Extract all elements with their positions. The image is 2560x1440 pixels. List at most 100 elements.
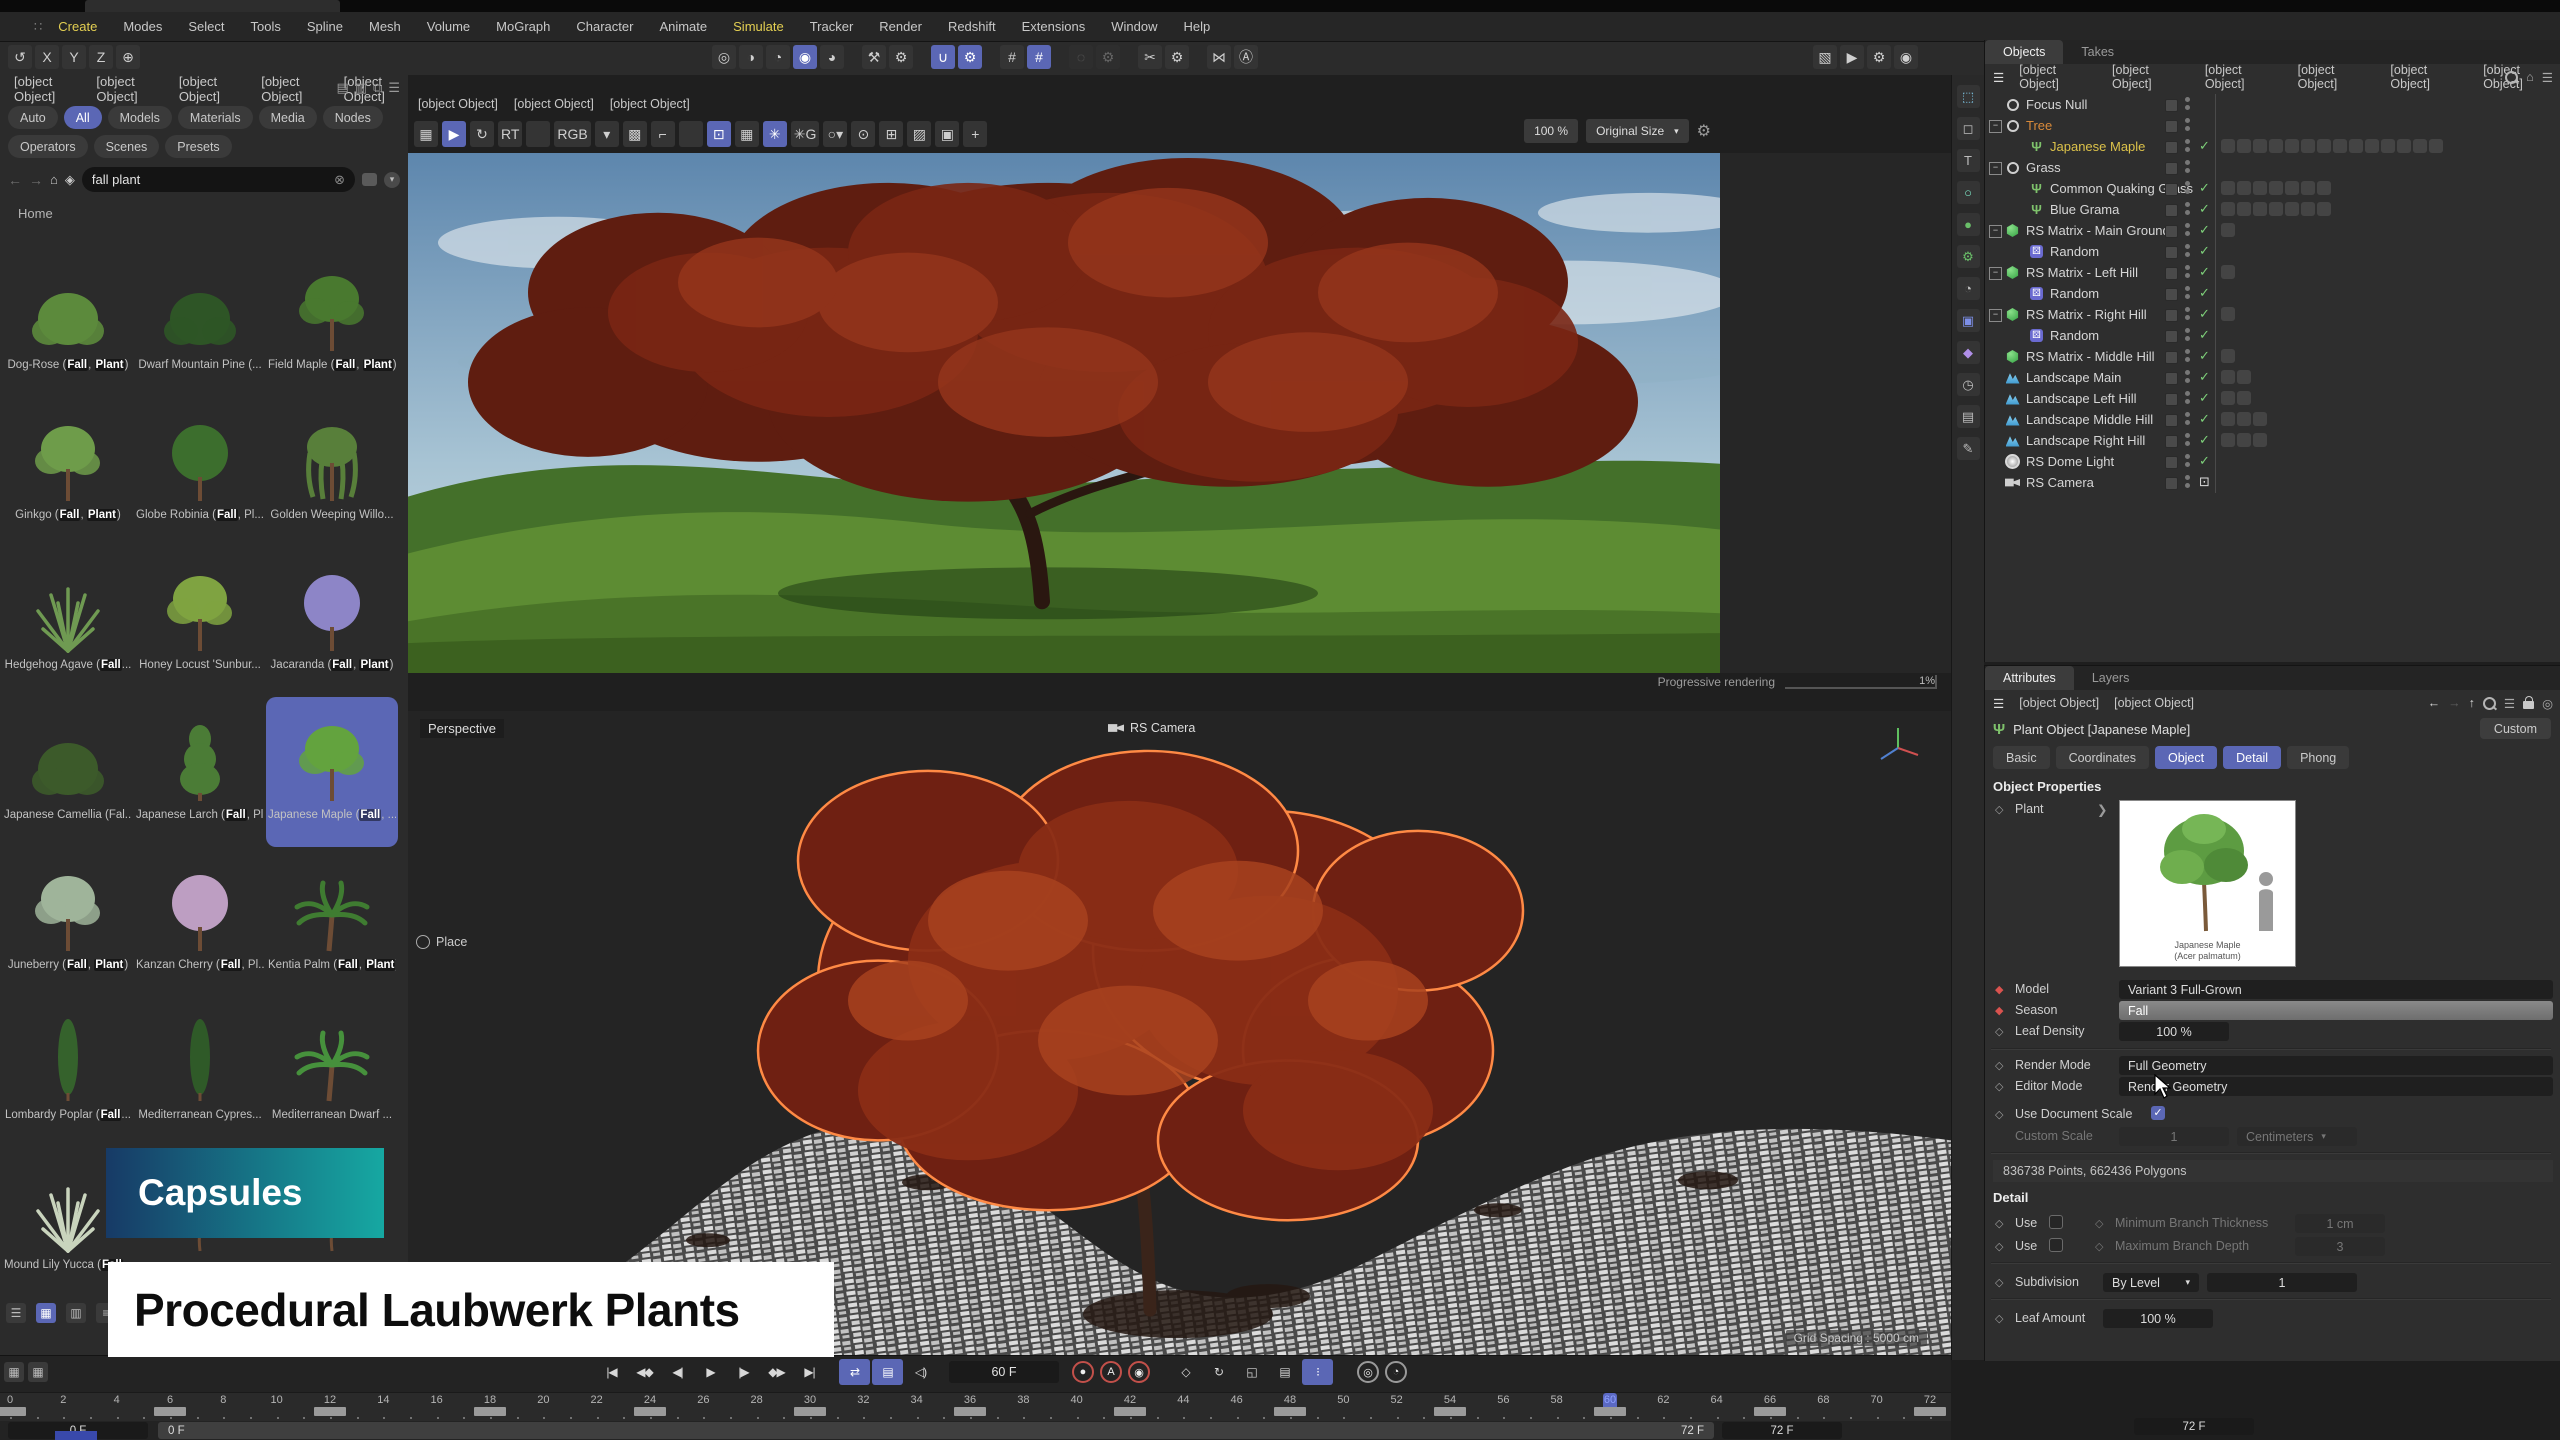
object-tag-icon[interactable] <box>2237 433 2251 447</box>
renderview-tool[interactable]: ✳ <box>763 121 787 147</box>
object-row[interactable]: Grass <box>1985 157 2560 178</box>
filter-icon[interactable]: ☰ <box>2542 70 2553 85</box>
object-row[interactable]: RS Matrix - Left Hill ✓ <box>1985 262 2560 283</box>
dock-icon[interactable]: T <box>1957 149 1980 172</box>
toolbar-button[interactable]: ⚙ <box>1096 45 1120 69</box>
object-row[interactable]: RS Matrix - Right Hill ✓ <box>1985 304 2560 325</box>
timeline-icon-button[interactable]: ◎ <box>1357 1361 1379 1383</box>
renderview-tool[interactable]: ▦ <box>414 121 438 147</box>
key-toggle-button[interactable]: ◱ <box>1236 1359 1267 1385</box>
smart-search-icon[interactable]: ◈ <box>65 172 75 188</box>
keyframe-dot[interactable]: ◇ <box>1995 803 2003 816</box>
enabled-checkmark[interactable]: ✓ <box>2199 201 2210 217</box>
visibility-dots[interactable] <box>2185 202 2191 218</box>
dock-icon[interactable]: ◆ <box>1957 341 1980 364</box>
object-tag-icon[interactable] <box>2237 202 2251 216</box>
visibility-dots[interactable] <box>2185 433 2191 449</box>
leaf-amount-field[interactable]: 100 % <box>2103 1309 2213 1328</box>
expander-icon[interactable] <box>1989 435 2000 446</box>
renderview-menu-item[interactable]: [object Object] <box>418 97 498 111</box>
enabled-checkmark[interactable]: ✓ <box>2199 306 2210 322</box>
season-dropdown[interactable]: Fall <box>2119 1001 2553 1020</box>
object-name[interactable]: Japanese Maple <box>2050 139 2145 154</box>
toolbar-button[interactable]: Z <box>89 45 113 69</box>
enabled-checkmark[interactable]: ✓ <box>2199 222 2210 238</box>
object-tag-icon[interactable] <box>2221 202 2235 216</box>
enabled-checkmark[interactable]: ✓ <box>2199 453 2210 469</box>
rs-camera-label[interactable]: RS Camera <box>1108 721 1195 735</box>
object-tag-icon[interactable] <box>2429 139 2443 153</box>
key-toggle-button[interactable]: ⁝ <box>1302 1359 1333 1385</box>
enabled-checkmark[interactable]: ✓ <box>2199 432 2210 448</box>
menu-item[interactable]: Select <box>188 19 224 34</box>
visibility-dots[interactable] <box>2185 244 2191 260</box>
toolbar-button[interactable]: ⊕ <box>116 45 140 69</box>
dock-icon[interactable]: ◔ <box>1957 277 1980 300</box>
expander-icon[interactable] <box>1989 309 2002 322</box>
panel-tab[interactable]: Layers <box>2074 666 2148 690</box>
render-toolbar-button[interactable]: ▶ <box>1840 45 1864 69</box>
asset-item[interactable]: Dog-Rose (Fall, Plant) <box>2 247 134 397</box>
object-tag-icon[interactable] <box>2221 433 2235 447</box>
visibility-dots[interactable] <box>2185 412 2191 428</box>
renderview-tool[interactable]: ▩ <box>623 121 647 147</box>
keyframe-dot[interactable]: ◇ <box>1995 1217 2003 1230</box>
asset-item[interactable]: Japanese Maple (Fall, ... <box>266 697 398 847</box>
render-toolbar-button[interactable]: ◉ <box>1894 45 1918 69</box>
transport-button[interactable]: ▶ <box>695 1359 726 1385</box>
key-toggle-button[interactable]: ◇ <box>1170 1359 1201 1385</box>
renderview-tool[interactable]: ▦ <box>735 121 759 147</box>
object-name[interactable]: RS Dome Light <box>2026 454 2114 469</box>
renderview-tool[interactable]: ⌐ <box>651 121 675 147</box>
toolbar-button[interactable]: ↺ <box>8 45 32 69</box>
expander-icon[interactable] <box>1989 99 2000 110</box>
zoom-value[interactable]: 100 % <box>1524 119 1578 143</box>
enabled-checkmark[interactable]: ✓ <box>2199 411 2210 427</box>
editor-mode-dropdown[interactable]: Render Geometry <box>2119 1077 2553 1096</box>
filter-chip[interactable]: All <box>64 106 102 129</box>
enabled-checkmark[interactable]: ✓ <box>2199 327 2210 343</box>
editor-toggle[interactable] <box>2165 393 2178 406</box>
transport-button[interactable]: ◆▶ <box>761 1359 792 1385</box>
renderview-gear-icon[interactable]: ⚙ <box>1697 121 1711 141</box>
visibility-dots[interactable] <box>2185 328 2191 344</box>
object-row[interactable]: Random ✓ <box>1985 241 2560 262</box>
expander-icon[interactable] <box>1989 246 2000 257</box>
enabled-checkmark[interactable]: ✓ <box>2199 243 2210 259</box>
asset-item[interactable]: Japanese Larch (Fall, Pl... <box>134 697 266 847</box>
object-tag-icon[interactable] <box>2253 139 2267 153</box>
object-tag-icon[interactable] <box>2221 349 2235 363</box>
dock-icon[interactable]: ◷ <box>1957 373 1980 396</box>
toolbar-button[interactable] <box>1192 57 1204 58</box>
current-frame-field[interactable]: 60 F <box>949 1361 1059 1383</box>
view-mode-icon[interactable]: ☰ <box>6 1303 26 1323</box>
object-row[interactable]: Landscape Middle Hill ✓ <box>1985 409 2560 430</box>
dock-icon[interactable]: ● <box>1957 213 1980 236</box>
object-name[interactable]: Landscape Left Hill <box>2026 391 2137 406</box>
keyframe-dot[interactable]: ◇ <box>1995 1240 2003 1253</box>
object-row[interactable]: RS Camera ⊡ <box>1985 472 2560 493</box>
use-min-branch-checkbox[interactable] <box>2049 1215 2063 1229</box>
filter-chip[interactable]: Operators <box>8 135 88 158</box>
object-tag-icon[interactable] <box>2221 412 2235 426</box>
object-tag-icon[interactable] <box>2221 391 2235 405</box>
property-tab[interactable]: Object <box>2155 746 2217 769</box>
popout-icon[interactable]: ⧉ <box>373 80 382 96</box>
renderview-menu-item[interactable]: [object Object] <box>610 97 690 111</box>
database-icon[interactable]: ▤ <box>336 80 348 96</box>
menu-item[interactable]: Render <box>879 19 922 34</box>
lock-icon[interactable] <box>2523 701 2534 709</box>
object-name[interactable]: Random <box>2050 328 2099 343</box>
home-icon[interactable]: ⌂ <box>2526 70 2534 84</box>
object-tag-icon[interactable] <box>2269 202 2283 216</box>
object-name[interactable]: Landscape Right Hill <box>2026 433 2145 448</box>
filter-chip[interactable]: Materials <box>178 106 253 129</box>
render-toolbar-button[interactable]: ⚙ <box>1867 45 1891 69</box>
visibility-dots[interactable] <box>2185 475 2191 491</box>
asset-item[interactable]: Hedgehog Agave (Fall... <box>2 547 134 697</box>
keyframe-dot[interactable]: ◇ <box>1995 1080 2003 1093</box>
object-tag-icon[interactable] <box>2253 181 2267 195</box>
attribute-menu-item[interactable]: [object Object] <box>2114 696 2194 710</box>
chevron-right-icon[interactable]: ❯ <box>2097 802 2107 817</box>
view-mode-icon[interactable]: ▦ <box>36 1303 56 1323</box>
